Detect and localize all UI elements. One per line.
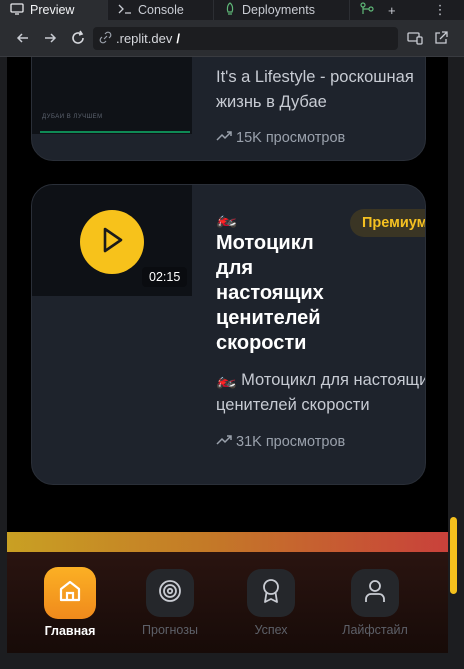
video-description-line: It's a Lifestyle - роскошная — [216, 68, 414, 86]
tab-console[interactable]: Console — [108, 0, 214, 20]
video-description-line: ценителей скорости — [216, 396, 370, 414]
monitor-icon — [10, 2, 24, 18]
trending-up-icon — [216, 434, 232, 450]
nav-success-button[interactable] — [247, 569, 295, 617]
workspace-bottom-strip — [0, 653, 464, 669]
video-title: Мотоцикл для настоящих ценителей скорост… — [216, 232, 324, 354]
view-count: 31K просмотров — [216, 434, 425, 450]
target-icon — [158, 579, 182, 608]
reload-icon[interactable] — [70, 30, 86, 46]
video-description-line: 🏍️ Мотоцикл для настоящих — [216, 371, 426, 389]
more-menu-button[interactable]: ⋮ — [434, 2, 447, 18]
nav-item-lifestyle[interactable]: Лайфстайл — [335, 569, 415, 637]
thumbnail-caption: ДУБАИ В ЛУЧШЕМ — [42, 114, 103, 120]
trending-up-icon — [216, 130, 232, 146]
nav-home-label: Главная — [44, 624, 96, 638]
nav-forecasts-label: Прогнозы — [142, 623, 198, 637]
video-thumbnail[interactable]: ДУБАИ В ЛУЧШЕМ — [32, 57, 192, 134]
tab-console-label: Console — [138, 3, 184, 17]
video-duration: 02:15 — [142, 267, 188, 287]
nav-home-button[interactable] — [44, 567, 96, 619]
git-branch-icon[interactable] — [360, 1, 374, 19]
play-icon — [99, 226, 125, 259]
url-path: / — [176, 31, 180, 46]
play-button[interactable] — [80, 210, 144, 274]
user-icon — [364, 579, 386, 608]
thumbnail-progress-line — [40, 131, 190, 133]
motorcycle-emoji: 🏍️ — [216, 209, 238, 228]
tab-deployments-label: Deployments — [242, 3, 315, 17]
scrollbar-thumb[interactable] — [450, 517, 457, 594]
url-text: .replit.dev — [116, 31, 173, 46]
video-thumbnail[interactable]: 02:15 — [32, 185, 192, 296]
nav-lifestyle-button[interactable] — [351, 569, 399, 617]
nav-accent-bar — [7, 532, 448, 552]
tab-preview[interactable]: Preview — [0, 0, 108, 20]
preview-urlbar: .replit.dev / — [0, 20, 464, 57]
tab-deployments[interactable]: Deployments — [214, 0, 350, 20]
rocket-icon — [224, 1, 236, 19]
nav-success-label: Успех — [254, 623, 288, 637]
add-tab-button[interactable]: + — [388, 3, 396, 18]
video-card[interactable]: ДУБАИ В ЛУЧШЕМ It's a Lifestyle - роскош… — [31, 57, 426, 161]
nav-item-home[interactable]: Главная — [30, 567, 110, 638]
video-card[interactable]: 02:15 Премиум 🏍️ Мотоцикл для настоящих … — [31, 184, 426, 485]
tab-preview-label: Preview — [30, 3, 75, 17]
view-count-label: 15K просмотров — [236, 130, 346, 146]
devices-icon[interactable] — [407, 30, 423, 46]
bottom-navigation: Главная Прогнозы Успех Лайфстайл — [7, 552, 448, 653]
view-count: 15K просмотров — [216, 130, 425, 146]
nav-item-forecasts[interactable]: Прогнозы — [130, 569, 210, 637]
back-arrow-icon[interactable] — [15, 30, 31, 46]
video-description-line: жизнь в Дубае — [216, 93, 327, 111]
nav-item-success[interactable]: Успех — [231, 569, 311, 637]
app-viewport: ДУБАИ В ЛУЧШЕМ It's a Lifestyle - роскош… — [7, 57, 448, 653]
terminal-icon — [118, 3, 132, 18]
nav-lifestyle-label: Лайфстайл — [342, 623, 408, 637]
url-input[interactable]: .replit.dev / — [93, 27, 398, 50]
open-external-icon[interactable] — [433, 30, 449, 46]
view-count-label: 31K просмотров — [236, 434, 346, 450]
award-icon — [259, 578, 283, 609]
home-icon — [57, 578, 83, 609]
nav-forecasts-button[interactable] — [146, 569, 194, 617]
workspace-tabbar: Preview Console Deployments + ⋮ — [0, 0, 464, 20]
link-icon — [99, 31, 112, 47]
forward-arrow-icon[interactable] — [42, 30, 58, 46]
